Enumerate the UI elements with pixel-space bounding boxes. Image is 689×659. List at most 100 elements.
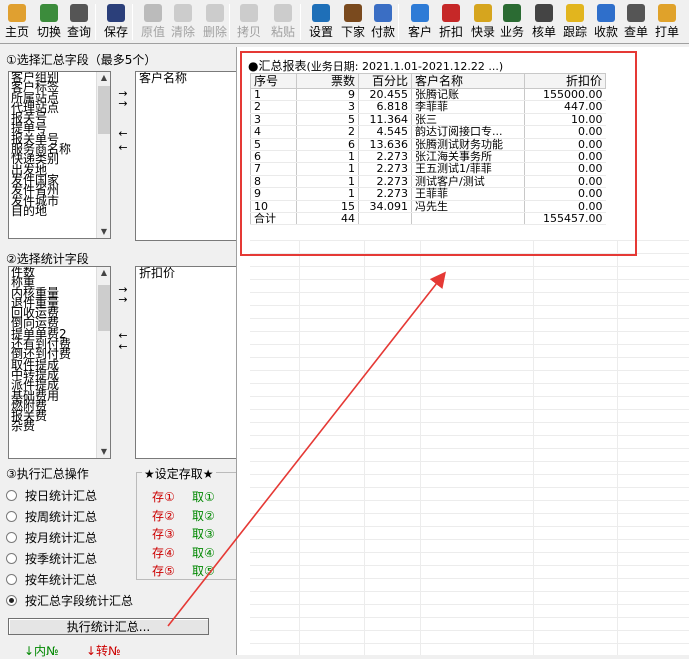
- next-partner-icon: [344, 4, 362, 22]
- radio-label: 按年统计汇总: [25, 573, 98, 587]
- toolbar-button-label: 查单: [623, 25, 648, 39]
- toolbar-button-label: 删除: [202, 25, 227, 39]
- scroll-down-icon[interactable]: ▼: [97, 226, 110, 238]
- stat-fields-selected-list[interactable]: 折扣价: [135, 266, 238, 459]
- print-icon: [658, 4, 676, 22]
- toolbar-button-label: 保存: [103, 25, 128, 39]
- execute-summary-button[interactable]: 执行统计汇总...: [8, 618, 209, 635]
- transfer-number-link[interactable]: ↓转№: [86, 642, 121, 659]
- fetch-slot-5-link[interactable]: 取⑤: [192, 562, 215, 579]
- fetch-slot-2-link[interactable]: 取②: [192, 507, 215, 524]
- store-slot-2-link[interactable]: 存②: [152, 507, 175, 524]
- toolbar-button-label: 清除: [170, 25, 195, 39]
- toolbar-home-button[interactable]: 主页: [2, 2, 32, 42]
- summary-mode-radio-option[interactable]: 按日统计汇总: [6, 487, 97, 505]
- toolbar-receive-button[interactable]: 收款: [591, 2, 621, 42]
- toolbar-save-button[interactable]: 保存: [101, 2, 131, 42]
- radio-button[interactable]: [6, 595, 17, 606]
- toolbar-discount-button[interactable]: 折扣: [436, 2, 466, 42]
- toolbar-button-label: 拷贝: [236, 25, 261, 39]
- toolbar-business-button[interactable]: 业务: [497, 2, 527, 42]
- radio-button[interactable]: [6, 553, 17, 564]
- customer-icon: [411, 4, 429, 22]
- radio-button[interactable]: [6, 532, 17, 543]
- toolbar-track-button[interactable]: 跟踪: [560, 2, 590, 42]
- toolbar-delete-button: 删除: [200, 2, 230, 42]
- summary-fields-source-list[interactable]: 客户组别 客户标签 所属站点 代理站点 报关号 提单号 报关单号 服务商名称 快递类别 出发地 发件…: [8, 71, 111, 239]
- summary-fields-selected-list[interactable]: 客户名称: [135, 71, 238, 241]
- summary-mode-radio-option[interactable]: 按季统计汇总: [6, 550, 97, 568]
- toolbar-button-label: 业务: [499, 25, 524, 39]
- toolbar-customer-button[interactable]: 客户: [405, 2, 435, 42]
- switch-icon: [40, 4, 58, 22]
- stat-fields-source-list[interactable]: 件数 称重 内核重量 退件重量 回收运费 倒向运费 提单单费2 还有到付费 倒还到付费 取件提成中…: [8, 266, 111, 459]
- toolbar: 主页 切换 查询 保存 原值 清除 删除 拷贝 粘贴 设置 下家 付款 客户 折扣 快录 业务 核单 跟踪 收款 查单…: [0, 0, 689, 44]
- add-all-summary-field-button[interactable]: →: [116, 98, 130, 109]
- radio-label: 按季统计汇总: [25, 552, 98, 566]
- quick-entry-icon: [474, 4, 492, 22]
- toolbar-button-label: 收款: [593, 25, 618, 39]
- radio-button[interactable]: [6, 574, 17, 585]
- list-item[interactable]: 折扣价: [136, 267, 237, 280]
- track-icon: [566, 4, 584, 22]
- store-slot-4-link[interactable]: 存④: [152, 544, 175, 561]
- toolbar-next-partner-button[interactable]: 下家: [338, 2, 368, 42]
- toolbar-copy-button: 拷贝: [234, 2, 264, 42]
- summary-mode-radio-option[interactable]: 按周统计汇总: [6, 508, 97, 526]
- toolbar-switch-button[interactable]: 切换: [34, 2, 64, 42]
- toolbar-button-label: 下家: [340, 25, 365, 39]
- fetch-slot-3-link[interactable]: 取③: [192, 525, 215, 542]
- business-icon: [503, 4, 521, 22]
- settings-icon: [312, 4, 330, 22]
- home-icon: [8, 4, 26, 22]
- scroll-thumb[interactable]: [98, 86, 110, 134]
- summary-mode-radio-option[interactable]: 按汇总字段统计汇总: [6, 592, 133, 610]
- payment-icon: [374, 4, 392, 22]
- exec-section-title: ③执行汇总操作: [6, 467, 89, 481]
- toolbar-button-label: 跟踪: [562, 25, 587, 39]
- list-item[interactable]: 杂费: [9, 420, 110, 432]
- scroll-thumb[interactable]: [98, 285, 110, 331]
- add-all-stat-field-button[interactable]: →: [116, 294, 130, 305]
- settings-group-title: ★设定存取★: [142, 465, 216, 482]
- receive-icon: [597, 4, 615, 22]
- store-slot-3-link[interactable]: 存③: [152, 525, 175, 542]
- radio-button[interactable]: [6, 490, 17, 501]
- store-slot-5-link[interactable]: 存⑤: [152, 562, 175, 579]
- store-slot-1-link[interactable]: 存①: [152, 488, 175, 505]
- toolbar-quick-entry-button[interactable]: 快录: [468, 2, 498, 42]
- remove-all-stat-field-button[interactable]: ←: [116, 341, 130, 352]
- toolbar-payment-button[interactable]: 付款: [368, 2, 398, 42]
- radio-label: 按周统计汇总: [25, 510, 98, 524]
- radio-label: 按汇总字段统计汇总: [25, 594, 134, 608]
- summary-mode-radio-option[interactable]: 按年统计汇总: [6, 571, 97, 589]
- inner-number-link[interactable]: ↓内№: [24, 642, 59, 659]
- stat-fields-scrollbar[interactable]: ▲ ▼: [96, 267, 110, 458]
- scroll-up-icon[interactable]: ▲: [97, 72, 110, 84]
- toolbar-paste-button: 粘贴: [268, 2, 298, 42]
- scroll-down-icon[interactable]: ▼: [97, 446, 110, 458]
- toolbar-find-order-button[interactable]: 查单: [621, 2, 651, 42]
- toolbar-settings-button[interactable]: 设置: [306, 2, 336, 42]
- scroll-up-icon[interactable]: ▲: [97, 267, 110, 279]
- toolbar-binoculars-button[interactable]: 查询: [64, 2, 94, 42]
- summary-mode-radio-option[interactable]: 按月统计汇总: [6, 529, 97, 547]
- copy-icon: [240, 4, 258, 22]
- remove-summary-field-button[interactable]: ←: [116, 128, 130, 139]
- find-order-icon: [627, 4, 645, 22]
- list-item[interactable]: 目的地: [9, 205, 110, 217]
- radio-button[interactable]: [6, 511, 17, 522]
- save-icon: [107, 4, 125, 22]
- fetch-slot-1-link[interactable]: 取①: [192, 488, 215, 505]
- binoculars-icon: [70, 4, 88, 22]
- remove-all-summary-field-button[interactable]: ←: [116, 142, 130, 153]
- empty-grid-area: [250, 240, 689, 655]
- toolbar-print-button[interactable]: 打单: [652, 2, 682, 42]
- list-item[interactable]: 客户名称: [136, 72, 237, 85]
- fetch-slot-4-link[interactable]: 取④: [192, 544, 215, 561]
- toolbar-button-label: 切换: [36, 25, 61, 39]
- toolbar-verify-button[interactable]: 核单: [529, 2, 559, 42]
- toolbar-button-label: 主页: [4, 25, 29, 39]
- clear-icon: [174, 4, 192, 22]
- summary-fields-scrollbar[interactable]: ▲ ▼: [96, 72, 110, 238]
